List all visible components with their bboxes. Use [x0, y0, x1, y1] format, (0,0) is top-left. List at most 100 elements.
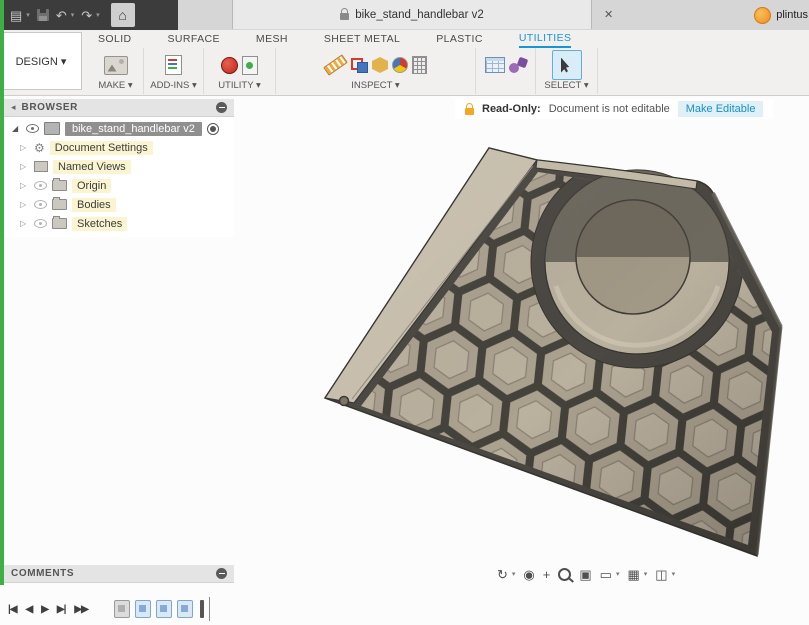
select-tool-button[interactable] — [551, 50, 582, 80]
display-settings-caret-icon[interactable]: ▾ — [616, 570, 620, 578]
orbit-icon[interactable]: ↻ — [497, 568, 508, 581]
addins-dropdown[interactable]: ADD-INS ▾ — [150, 80, 196, 91]
utility-group: UTILITY ▾ — [204, 48, 276, 94]
tree-root-row[interactable]: ◢ bike_stand_handlebar v2 — [4, 119, 234, 138]
collapse-panel-icon[interactable]: ◂ — [11, 102, 16, 113]
file-menu-icon[interactable]: ▤ — [10, 9, 22, 22]
make-group: MAKE ▾ — [88, 48, 144, 94]
viewports-icon[interactable]: ◫ — [655, 568, 667, 581]
timeline-end-line — [208, 597, 210, 621]
grid-settings-caret-icon[interactable]: ▾ — [644, 570, 648, 578]
undo-icon[interactable]: ↶ — [56, 9, 67, 22]
timeline-position-marker[interactable] — [199, 600, 204, 618]
display-settings-icon[interactable]: ▭ — [600, 568, 612, 581]
tab-sheet-metal[interactable]: SHEET METAL — [324, 33, 400, 47]
misc-group — [476, 48, 536, 94]
timeline-step-forward-button[interactable]: ▶| — [55, 604, 68, 615]
username[interactable]: plintus — [776, 9, 808, 21]
tab-mesh[interactable]: MESH — [256, 33, 288, 47]
record-icon[interactable] — [221, 56, 238, 74]
panel-close-icon[interactable] — [216, 102, 227, 113]
tab-solid[interactable]: SOLID — [98, 33, 132, 47]
comments-expand-icon[interactable] — [216, 568, 227, 579]
browser-title: BROWSER — [21, 102, 78, 113]
grid-settings-icon[interactable]: ▦ — [627, 568, 639, 581]
collapsed-caret-icon[interactable]: ▷ — [20, 200, 29, 209]
collapsed-caret-icon[interactable]: ▷ — [20, 143, 29, 152]
inspect-group: INSPECT ▾ — [276, 48, 476, 94]
make-icon[interactable] — [103, 55, 128, 75]
timeline-feature[interactable] — [155, 600, 172, 618]
curvature-analysis-icon[interactable] — [392, 57, 408, 73]
scripts-addins-icon[interactable] — [165, 55, 182, 75]
document-tab-strip: bike_stand_handlebar v2 ✕ plintus — [178, 0, 809, 30]
tree-row-document-settings[interactable]: ▷ ⚙ Document Settings — [4, 138, 234, 157]
readonly-banner: Read-Only: Document is not editable Make… — [455, 99, 774, 119]
ribbon: DESIGN ▾ SOLID SURFACE MESH SHEET METAL … — [0, 30, 809, 96]
active-component-radio[interactable] — [206, 122, 219, 135]
visibility-eye-icon[interactable] — [26, 124, 39, 133]
tree-row-named-views[interactable]: ▷ Named Views — [4, 157, 234, 176]
visibility-eye-icon[interactable] — [34, 181, 47, 190]
collapsed-caret-icon[interactable]: ▷ — [20, 181, 29, 190]
look-at-icon[interactable]: ◉ — [523, 568, 534, 581]
tab-plastic[interactable]: PLASTIC — [436, 33, 483, 47]
redo-icon[interactable]: ↷ — [81, 9, 92, 22]
select-dropdown[interactable]: SELECT ▾ — [544, 80, 588, 91]
readonly-label: Read-Only: — [482, 103, 541, 115]
home-icon: ⌂ — [118, 7, 127, 23]
timeline-skip-end-button[interactable]: ▶▶ — [72, 604, 89, 615]
timeline-feature[interactable] — [176, 600, 193, 618]
job-status-icon[interactable] — [754, 6, 772, 24]
ribbon-tools: MAKE ▾ ADD-INS ▾ UTILITY ▾ INSPECT ▾ SEL… — [88, 48, 598, 94]
tab-surface[interactable]: SURFACE — [168, 33, 220, 47]
compute-icon[interactable] — [412, 56, 427, 74]
close-tab-icon[interactable]: ✕ — [598, 0, 619, 29]
timeline-play-button[interactable]: ▶ — [39, 604, 50, 615]
utility-dropdown[interactable]: UTILITY ▾ — [218, 80, 261, 91]
tab-utilities[interactable]: UTILITIES — [518, 32, 572, 48]
tree-row-origin[interactable]: ▷ Origin — [4, 176, 234, 195]
browser-panel: ◂ BROWSER ◢ bike_stand_handlebar v2 ▷ ⚙ … — [4, 99, 234, 237]
root-component-label[interactable]: bike_stand_handlebar v2 — [65, 121, 202, 136]
data-panel-home-button[interactable]: ⌂ — [110, 3, 135, 27]
select-group: SELECT ▾ — [536, 48, 598, 94]
titlebar: ▤ ▾ ↶ ▾ ↷ ▾ ⌂ bike_stand_handlebar v2 ✕ … — [0, 0, 809, 30]
viewports-caret-icon[interactable]: ▾ — [672, 570, 676, 578]
folder-icon — [52, 216, 67, 229]
measure-icon[interactable] — [323, 54, 348, 76]
fit-icon[interactable]: ▣ — [579, 568, 591, 581]
comments-header[interactable]: COMMENTS — [4, 565, 234, 583]
timeline-skip-start-button[interactable]: |◀ — [6, 604, 19, 615]
make-dropdown[interactable]: MAKE ▾ — [98, 80, 132, 91]
undo-caret-icon[interactable]: ▾ — [71, 11, 75, 19]
plugins-icon[interactable] — [508, 58, 527, 73]
document-icon — [44, 122, 60, 135]
tree-row-bodies[interactable]: ▷ Bodies — [4, 195, 234, 214]
file-menu-caret-icon[interactable]: ▾ — [26, 11, 30, 19]
navigation-toolbar: ↻ ▾ ◉ + ▣ ▭ ▾ ▦ ▾ ◫ ▾ — [497, 565, 675, 583]
timeline-feature[interactable] — [134, 600, 151, 618]
parameters-table-icon[interactable] — [484, 57, 505, 73]
redo-caret-icon[interactable]: ▾ — [96, 11, 100, 19]
collapsed-caret-icon[interactable]: ▷ — [20, 219, 29, 228]
document-tab[interactable]: bike_stand_handlebar v2 — [232, 0, 592, 29]
inspect-dropdown[interactable]: INSPECT ▾ — [351, 80, 399, 91]
make-editable-button[interactable]: Make Editable — [677, 101, 764, 117]
workspace-selector[interactable]: DESIGN ▾ — [0, 32, 82, 90]
collapsed-caret-icon[interactable]: ▷ — [20, 162, 29, 171]
orbit-caret-icon[interactable]: ▾ — [512, 570, 516, 578]
timeline-step-back-button[interactable]: ◀ — [24, 604, 35, 615]
pan-icon[interactable]: + — [543, 568, 551, 581]
expand-caret-icon[interactable]: ◢ — [12, 124, 21, 133]
interference-icon[interactable] — [351, 57, 368, 73]
validate-icon[interactable] — [242, 55, 258, 75]
save-icon[interactable] — [36, 9, 49, 21]
section-analysis-icon[interactable] — [372, 57, 388, 73]
zoom-icon[interactable] — [558, 567, 572, 581]
tree-row-sketches[interactable]: ▷ Sketches — [4, 214, 234, 233]
visibility-eye-icon[interactable] — [34, 200, 47, 209]
timeline-feature-sketch[interactable] — [113, 600, 130, 618]
visibility-eye-icon[interactable] — [34, 219, 47, 228]
ribbon-tab-row: SOLID SURFACE MESH SHEET METAL PLASTIC U… — [98, 32, 607, 48]
